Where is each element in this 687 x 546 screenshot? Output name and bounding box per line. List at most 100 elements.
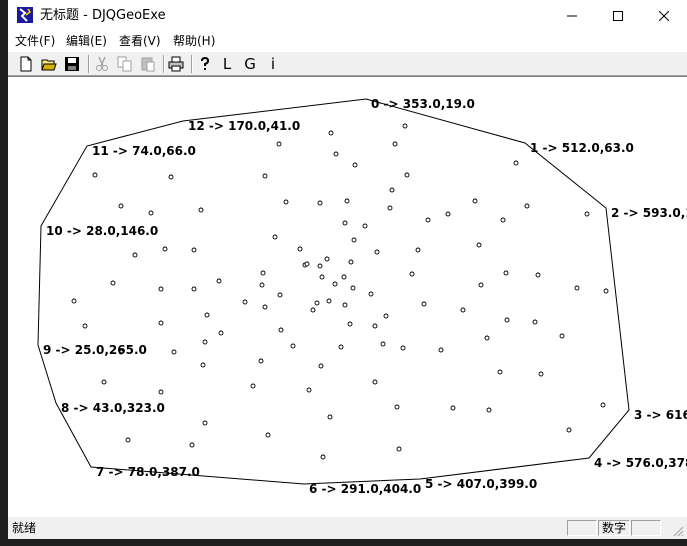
data-point xyxy=(198,207,204,213)
close-button[interactable] xyxy=(641,0,687,31)
data-point xyxy=(484,335,490,341)
data-point xyxy=(162,246,168,252)
data-point xyxy=(342,302,348,308)
data-point xyxy=(200,362,206,368)
data-point xyxy=(242,299,248,305)
hull-vertex-label: 10 -> 28.0,146.0 xyxy=(46,224,158,238)
menu-edit[interactable]: 编辑(E) xyxy=(66,33,107,49)
status-pane-num: 数字 xyxy=(598,520,630,536)
data-point xyxy=(574,285,580,291)
data-point xyxy=(460,307,466,313)
status-bar: 就绪 数字 xyxy=(8,517,687,539)
print-icon xyxy=(168,56,184,72)
menu-view[interactable]: 查看(V) xyxy=(119,33,161,49)
data-point xyxy=(394,404,400,410)
main-window: 无标题 - DJQGeoExe 文件(F) 编辑(E) 查看(V) 帮助(H) xyxy=(8,0,687,546)
canvas-area[interactable]: 0 -> 353.0,19.0 1 -> 512.0,63.0 2 -> 593.0… xyxy=(8,76,687,517)
hull-vertex-label: 7 -> 78.0,387.0 xyxy=(96,465,200,479)
help-icon xyxy=(201,56,210,70)
data-point xyxy=(310,307,316,313)
data-point xyxy=(350,285,356,291)
print-button[interactable] xyxy=(166,54,186,74)
data-point xyxy=(317,263,323,269)
menu-help[interactable]: 帮助(H) xyxy=(173,33,215,49)
data-point xyxy=(202,339,208,345)
data-point xyxy=(327,414,333,420)
data-point xyxy=(347,321,353,327)
data-point xyxy=(415,247,421,253)
data-point xyxy=(132,252,138,258)
tool-i-label: i xyxy=(270,55,276,73)
data-point xyxy=(538,371,544,377)
data-point xyxy=(532,319,538,325)
hull-vertex-label: 11 -> 74.0,66.0 xyxy=(92,144,196,158)
data-point xyxy=(445,211,451,217)
resize-grip-icon[interactable] xyxy=(672,525,684,537)
data-point xyxy=(396,446,402,452)
cut-icon xyxy=(96,56,108,71)
data-point xyxy=(338,344,344,350)
data-point xyxy=(425,217,431,223)
menu-bar: 文件(F) 编辑(E) 查看(V) 帮助(H) xyxy=(8,31,687,51)
labels-layer: 0 -> 353.0,19.0 1 -> 512.0,63.0 2 -> 593.0… xyxy=(43,97,687,496)
data-point xyxy=(168,174,174,180)
open-button[interactable] xyxy=(39,54,59,74)
data-point xyxy=(341,274,347,280)
data-point xyxy=(265,432,271,438)
data-point xyxy=(283,199,289,205)
save-button[interactable] xyxy=(62,54,82,74)
title-bar[interactable]: 无标题 - DJQGeoExe xyxy=(8,0,687,31)
background-strip-bottom xyxy=(8,539,687,546)
data-point xyxy=(332,281,338,287)
data-point xyxy=(101,379,107,385)
data-point xyxy=(351,237,357,243)
hull-vertex-label: 2 -> 593.0,1 xyxy=(611,206,687,220)
data-point xyxy=(158,320,164,326)
maximize-button[interactable] xyxy=(595,0,641,31)
new-button[interactable] xyxy=(16,54,36,74)
data-point xyxy=(317,200,323,206)
data-point xyxy=(278,327,284,333)
tool-i-button[interactable]: i xyxy=(263,54,283,74)
window-title: 无标题 - DJQGeoExe xyxy=(40,8,166,23)
minimize-icon xyxy=(567,15,577,16)
data-point xyxy=(218,330,224,336)
data-point xyxy=(524,203,530,209)
data-point xyxy=(404,172,410,178)
data-point xyxy=(272,234,278,240)
convex-hull-plot: 0 -> 353.0,19.0 1 -> 512.0,63.0 2 -> 593.0… xyxy=(37,97,687,496)
paste-button[interactable] xyxy=(138,54,158,74)
data-point xyxy=(333,151,339,157)
data-point xyxy=(260,270,266,276)
data-point xyxy=(259,282,265,288)
status-pane-empty-2 xyxy=(631,520,661,536)
toolbar-separator xyxy=(88,55,90,73)
hull-vertex-label: 4 -> 576.0,378 xyxy=(594,456,687,470)
data-point xyxy=(297,246,303,252)
minimize-button[interactable] xyxy=(549,0,595,31)
data-point xyxy=(600,402,606,408)
background-strip-left xyxy=(0,0,8,546)
tool-l-button[interactable]: L xyxy=(217,54,237,74)
copy-button[interactable] xyxy=(115,54,135,74)
data-point xyxy=(368,291,374,297)
menu-file[interactable]: 文件(F) xyxy=(15,33,55,49)
data-point xyxy=(603,288,609,294)
data-point xyxy=(500,217,506,223)
data-point xyxy=(276,141,282,147)
hull-vertex-label: 3 -> 616 xyxy=(634,408,687,422)
hull-vertex-label: 5 -> 407.0,399.0 xyxy=(425,477,537,491)
help-button[interactable] xyxy=(195,54,215,74)
data-point xyxy=(584,211,590,217)
tool-g-button[interactable]: G xyxy=(240,54,260,74)
data-point xyxy=(348,259,354,265)
data-point xyxy=(171,349,177,355)
hull-vertex-label: 0 -> 353.0,19.0 xyxy=(371,97,475,111)
data-point xyxy=(486,407,492,413)
data-point xyxy=(402,123,408,129)
cut-button[interactable] xyxy=(92,54,112,74)
data-point xyxy=(421,301,427,307)
data-point xyxy=(92,172,98,178)
app-icon xyxy=(17,7,33,23)
paste-icon xyxy=(141,57,155,72)
